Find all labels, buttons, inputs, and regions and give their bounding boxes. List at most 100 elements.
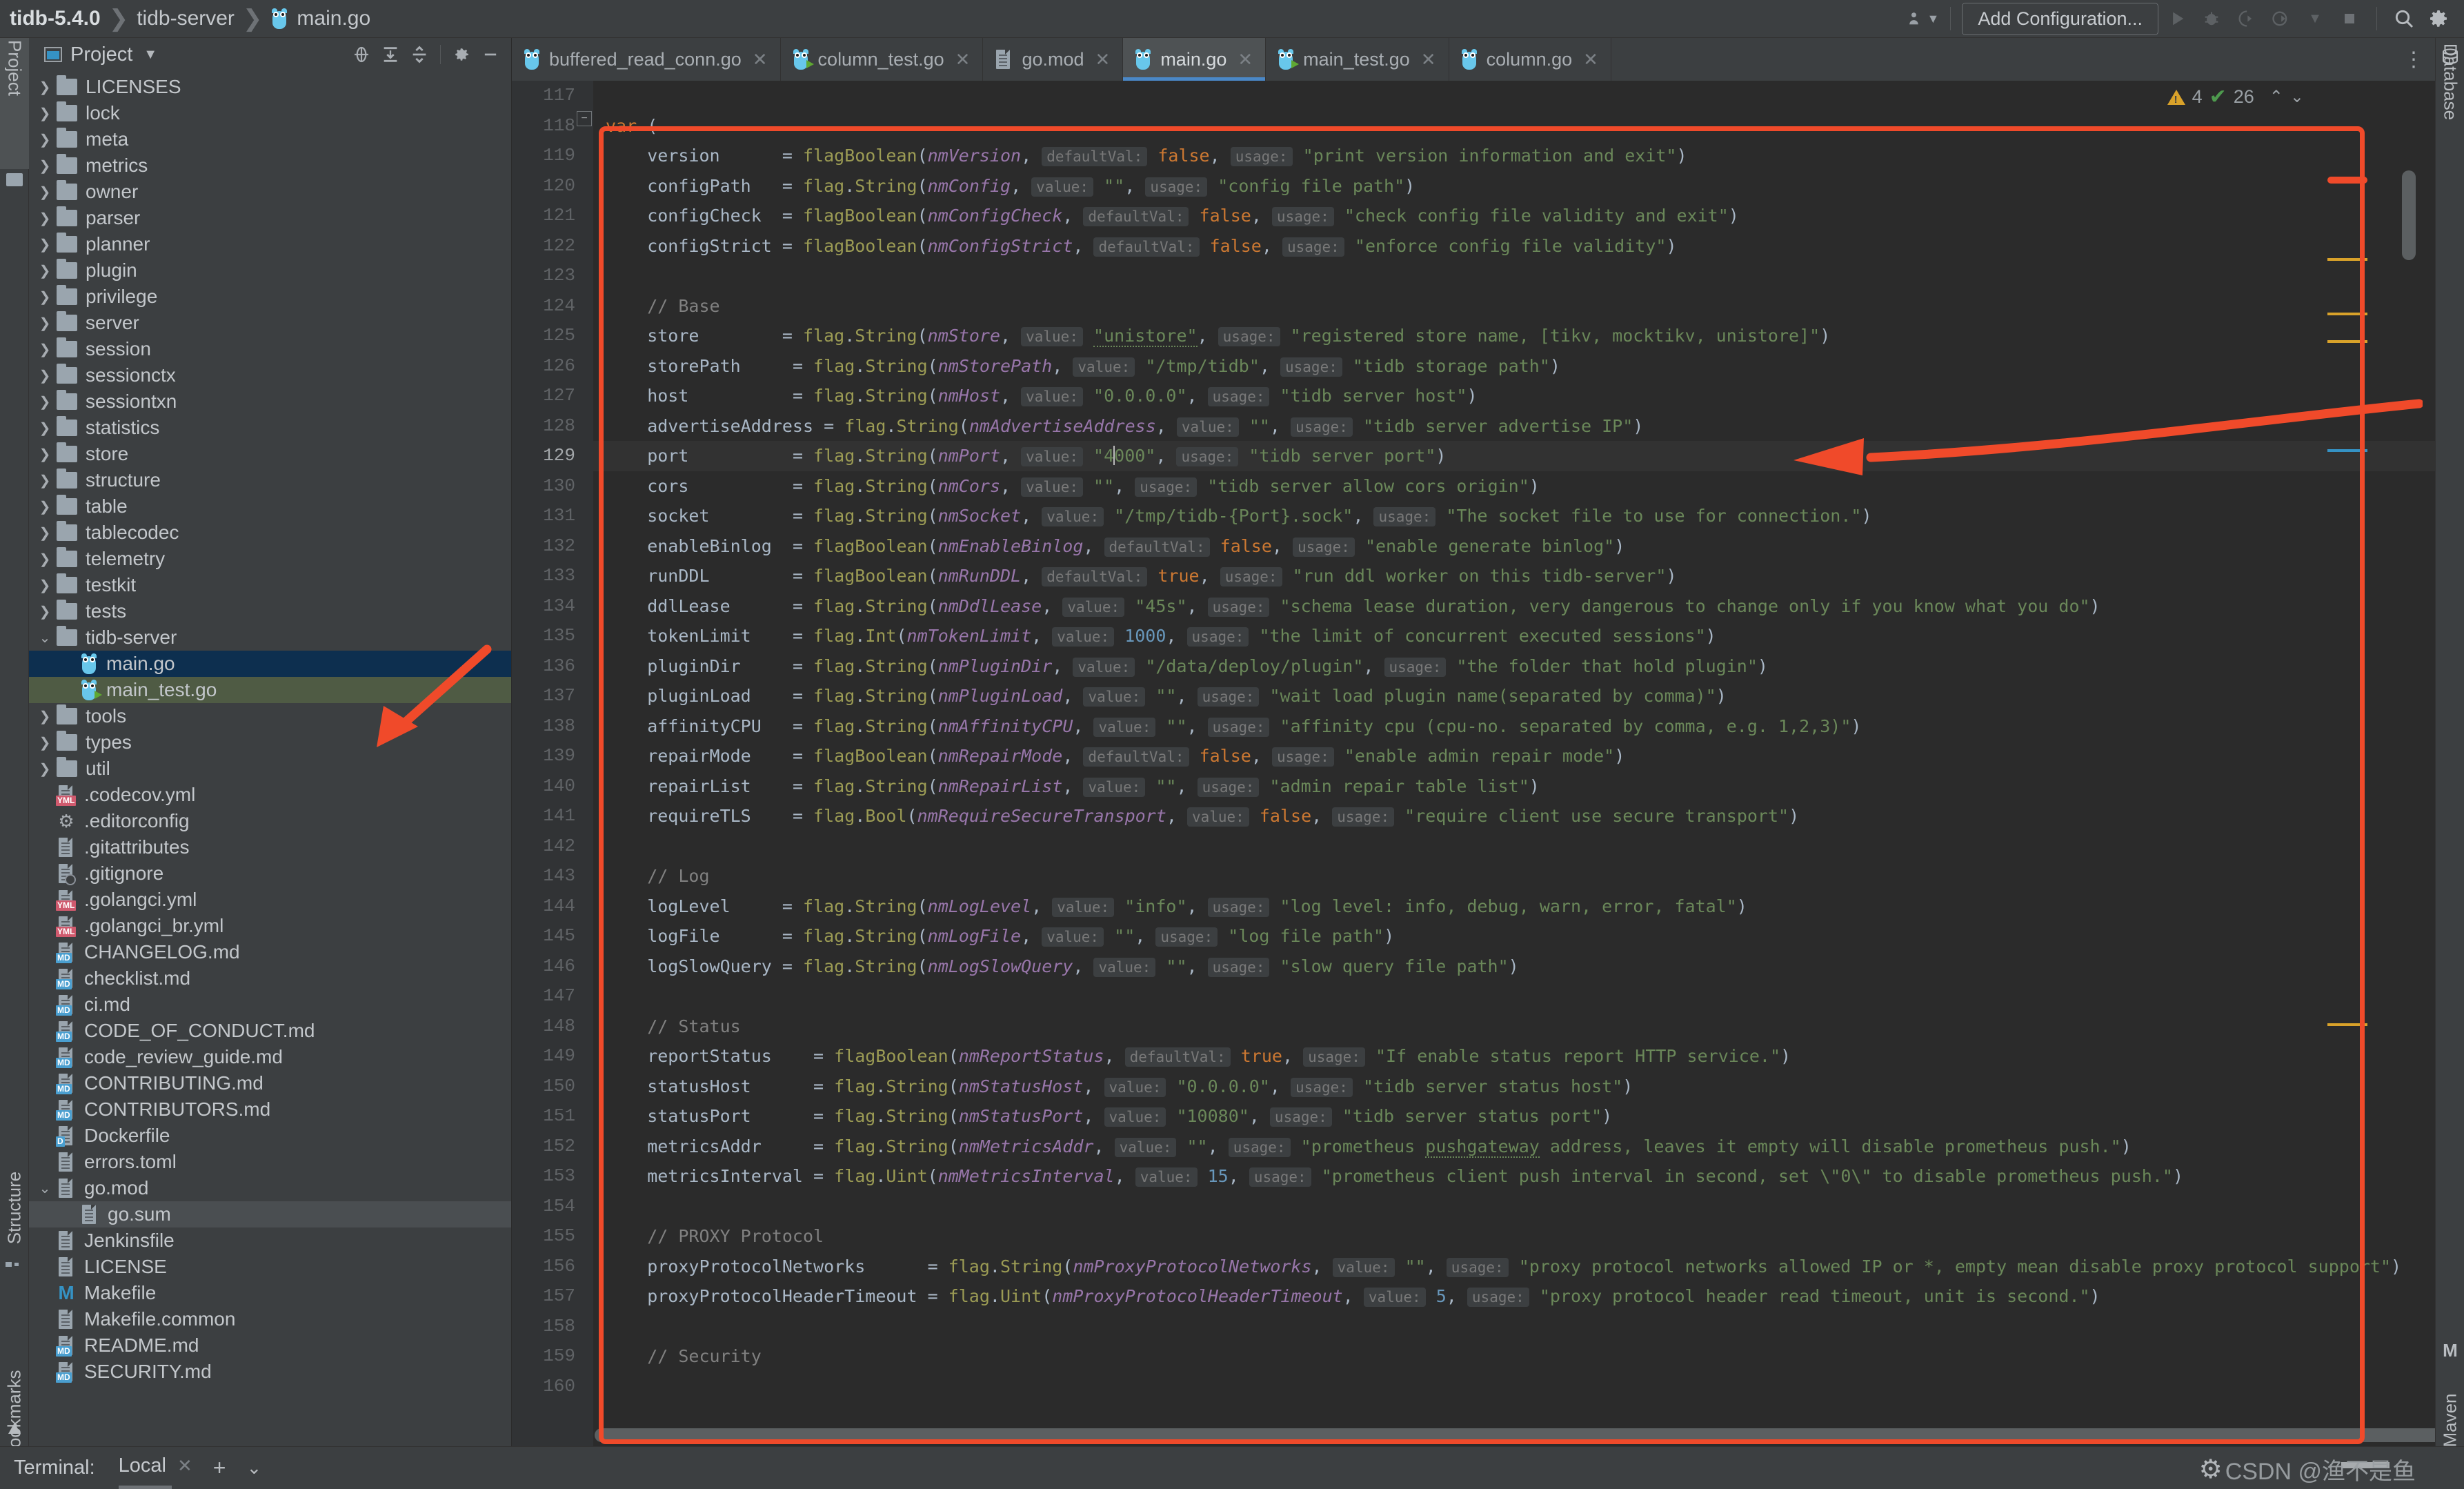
chevron-right-icon[interactable]: ❯	[33, 446, 57, 463]
chevron-right-icon[interactable]: ❯	[33, 708, 57, 725]
tree-item[interactable]: ❯errors.toml	[29, 1149, 511, 1175]
tree-item[interactable]: ❯MDCODE_OF_CONDUCT.md	[29, 1018, 511, 1044]
tree-item[interactable]: ❯ statistics	[29, 415, 511, 441]
error-stripe-mark[interactable]	[2327, 340, 2367, 343]
more-options-icon[interactable]: ⋮	[2403, 48, 2425, 72]
code-line[interactable]: logFile = flag.String(nmLogFile, value: …	[593, 921, 2435, 951]
expand-all-icon[interactable]	[377, 41, 404, 68]
strip-tab-project[interactable]: Project	[3, 40, 25, 96]
code-line[interactable]	[593, 1192, 2435, 1222]
tree-item[interactable]: ❯YML.golangci_br.yml	[29, 913, 511, 939]
tree-item[interactable]: ❯ server	[29, 310, 511, 336]
code-line[interactable]: storePath = flag.String(nmStorePath, val…	[593, 351, 2435, 382]
gear-icon[interactable]	[448, 41, 475, 68]
tree-item[interactable]: ❯ session	[29, 336, 511, 362]
code-line[interactable]: logLevel = flag.String(nmLogLevel, value…	[593, 891, 2435, 922]
chevron-right-icon[interactable]: ❯	[33, 603, 57, 620]
tree-item[interactable]: ❯ privilege	[29, 284, 511, 310]
debug-icon[interactable]	[2196, 3, 2227, 34]
chevron-right-icon[interactable]: ❯	[33, 131, 57, 148]
code-line[interactable]: tokenLimit = flag.Int(nmTokenLimit, valu…	[593, 621, 2435, 651]
tree-item[interactable]: ❯ store	[29, 441, 511, 467]
code-line[interactable]: configPath = flag.String(nmConfig, value…	[593, 171, 2435, 201]
stop-icon[interactable]	[2334, 3, 2365, 34]
code-line[interactable]: affinityCPU = flag.String(nmAffinityCPU,…	[593, 711, 2435, 742]
chevron-down-icon[interactable]: ⌄	[33, 1180, 57, 1197]
tree-item[interactable]: ❯ sessiontxn	[29, 388, 511, 415]
code-line[interactable]	[593, 81, 2435, 111]
plus-icon[interactable]: +	[213, 1455, 226, 1481]
tree-item[interactable]: ❯MMakefile	[29, 1280, 511, 1306]
error-stripe[interactable]	[2323, 81, 2373, 1446]
code-line[interactable]: ddlLease = flag.String(nmDdlLease, value…	[593, 591, 2435, 622]
tree-item[interactable]: ❯YML.codecov.yml	[29, 782, 511, 808]
chevron-right-icon[interactable]: ❯	[33, 551, 57, 568]
tree-item[interactable]: ❯DDockerfile	[29, 1123, 511, 1149]
code-line[interactable]: proxyProtocolNetworks = flag.String(nmPr…	[593, 1252, 2435, 1282]
code-line[interactable]: reportStatus = flagBoolean(nmReportStatu…	[593, 1041, 2435, 1072]
search-icon[interactable]	[2388, 3, 2420, 34]
strip-tab-maven[interactable]: Maven	[2439, 1393, 2461, 1447]
code-line[interactable]: repairMode = flagBoolean(nmRepairMode, d…	[593, 741, 2435, 771]
close-icon[interactable]: ✕	[1095, 49, 1111, 70]
tree-item[interactable]: ❯ testkit	[29, 572, 511, 598]
tree-item[interactable]: ❯YML.golangci.yml	[29, 887, 511, 913]
editor-gutter[interactable]: 117 118− 119 120 121 122 123 124 125 126 127 128 129…	[512, 81, 593, 1446]
error-stripe-mark[interactable]	[2327, 176, 2367, 184]
code-line[interactable]: metricsAddr = flag.String(nmMetricsAddr,…	[593, 1132, 2435, 1162]
fold-toggle-icon[interactable]: −	[577, 110, 592, 126]
code-line[interactable]: statusPort = flag.String(nmStatusPort, v…	[593, 1101, 2435, 1132]
code-line[interactable]	[593, 1312, 2435, 1342]
code-line[interactable]: statusHost = flag.String(nmStatusHost, v…	[593, 1072, 2435, 1102]
chevron-up-icon[interactable]: ⌃	[2269, 87, 2283, 107]
tree-item[interactable]: ❯MDSECURITY.md	[29, 1359, 511, 1385]
editor-tab[interactable]: main_test.go ✕	[1266, 38, 1449, 81]
locate-icon[interactable]	[348, 41, 375, 68]
close-icon[interactable]: ✕	[1238, 49, 1253, 70]
code-line[interactable]: // Base	[593, 291, 2435, 322]
code-line[interactable]	[593, 981, 2435, 1012]
tree-item[interactable]: ❯ meta	[29, 126, 511, 152]
chevron-right-icon[interactable]: ❯	[33, 341, 57, 358]
chevron-right-icon[interactable]: ❯	[33, 315, 57, 332]
code-line[interactable]: store = flag.String(nmStore, value: "uni…	[593, 321, 2435, 351]
chevron-right-icon[interactable]: ❯	[33, 210, 57, 227]
tree-item[interactable]: ❯MDci.md	[29, 992, 511, 1018]
code-line[interactable]: configStrict = flagBoolean(nmConfigStric…	[593, 231, 2435, 262]
breadcrumb-file[interactable]: main.go	[297, 7, 370, 30]
close-icon[interactable]: ✕	[1421, 49, 1436, 70]
chevron-right-icon[interactable]: ❯	[33, 367, 57, 384]
code-line[interactable]	[593, 261, 2435, 291]
chevron-right-icon[interactable]: ❯	[33, 498, 57, 515]
tree-item[interactable]: ❯ sessionctx	[29, 362, 511, 388]
close-icon[interactable]: ✕	[1583, 49, 1598, 70]
tree-item[interactable]: ❯LICENSE	[29, 1254, 511, 1280]
chevron-down-icon[interactable]: ▼	[143, 47, 157, 63]
chevron-right-icon[interactable]: ❯	[33, 577, 57, 594]
tree-item[interactable]: ❯ plugin	[29, 257, 511, 284]
tree-item[interactable]: ⌄ go.mod	[29, 1175, 511, 1201]
gear-icon[interactable]	[2423, 3, 2454, 34]
code-line[interactable]: // Log	[593, 861, 2435, 891]
breadcrumb-folder[interactable]: tidb-server	[137, 7, 235, 30]
run-icon[interactable]	[2161, 3, 2193, 34]
editor-code-area[interactable]: var ( version = flagBoolean(nmVersion, d…	[593, 81, 2435, 1446]
code-line[interactable]: var (	[593, 111, 2435, 141]
error-stripe-mark[interactable]	[2327, 258, 2367, 262]
code-line[interactable]: proxyProtocolHeaderTimeout = flag.Uint(n…	[593, 1281, 2435, 1312]
close-icon[interactable]: ✕	[955, 49, 971, 70]
chevron-right-icon[interactable]: ❯	[33, 288, 57, 306]
collapse-strip-icon[interactable]	[4, 1420, 25, 1438]
tree-item[interactable]: ❯MDCONTRIBUTORS.md	[29, 1096, 511, 1123]
code-line[interactable]: version = flagBoolean(nmVersion, default…	[593, 141, 2435, 171]
tree-item[interactable]: ❯MDCONTRIBUTING.md	[29, 1070, 511, 1096]
code-line[interactable]: repairList = flag.String(nmRepairList, v…	[593, 771, 2435, 802]
chevron-down-icon[interactable]: ⌄	[33, 629, 57, 647]
chevron-right-icon[interactable]: ❯	[33, 760, 57, 778]
tree-item[interactable]: ❯go.sum	[29, 1201, 511, 1227]
profile-icon[interactable]	[2265, 3, 2296, 34]
tree-item[interactable]: ❯ telemetry	[29, 546, 511, 572]
chevron-down-icon[interactable]: ⌄	[2290, 87, 2304, 107]
error-stripe-mark[interactable]	[2327, 313, 2367, 316]
code-line[interactable]: logSlowQuery = flag.String(nmLogSlowQuer…	[593, 951, 2435, 982]
